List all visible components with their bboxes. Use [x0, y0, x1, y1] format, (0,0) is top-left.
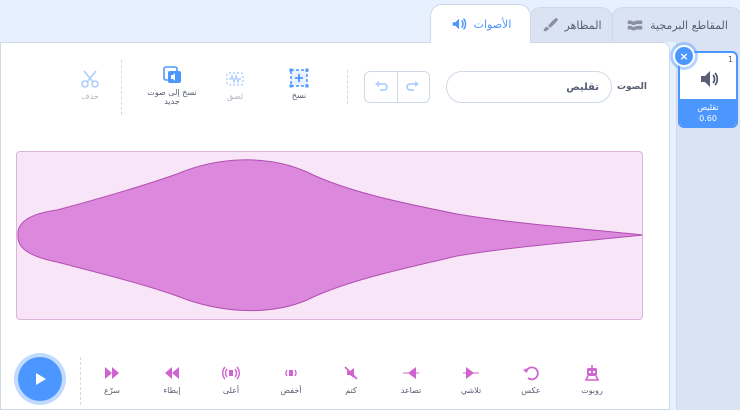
effect-faster-button[interactable]: سرّع [92, 364, 132, 395]
sound-card-name: تقليص [697, 103, 719, 112]
copy-icon [289, 68, 309, 88]
sound-index: 1 [727, 55, 733, 64]
speaker-icon [701, 71, 719, 87]
paste-button[interactable]: لصق [222, 68, 248, 101]
delete-label: حذف [81, 92, 99, 101]
effect-fade-out-button[interactable]: تلاشي [451, 364, 491, 395]
effect-label: أخفض [280, 386, 302, 395]
effect-robot-button[interactable]: روبوت [572, 364, 612, 395]
fade-in-icon [403, 367, 419, 379]
play-button[interactable] [18, 357, 62, 401]
delete-sound-button[interactable]: × [673, 45, 695, 67]
effect-louder-button[interactable]: أعلى [211, 364, 251, 395]
tab-code-label: المقاطع البرمجية [650, 18, 728, 32]
play-icon [36, 373, 46, 385]
code-blocks-icon [627, 20, 643, 31]
fade-out-icon [463, 367, 479, 379]
scissors-icon [81, 70, 99, 88]
undo-icon [374, 81, 388, 91]
paste-icon [226, 72, 244, 86]
toolbar-divider [121, 60, 122, 115]
mute-icon [344, 366, 358, 380]
sound-card-footer: تقليص 0.60 [680, 99, 736, 126]
close-icon: × [679, 49, 689, 63]
effect-softer-button[interactable]: أخفض [271, 364, 311, 395]
faster-icon [105, 367, 119, 379]
effect-mute-button[interactable]: كتم [331, 364, 371, 395]
reverse-icon [523, 366, 539, 381]
tab-sounds[interactable]: الأصوات [430, 4, 531, 43]
tab-sounds-label: الأصوات [473, 17, 512, 31]
louder-icon [222, 366, 240, 380]
copy-to-new-button[interactable]: نسخ إلى صوت جديد [142, 64, 202, 106]
effect-label: إبطاء [163, 386, 181, 395]
copy-to-new-label: نسخ إلى صوت جديد [147, 88, 197, 106]
slower-icon [165, 367, 179, 379]
copy-to-new-sound-icon [163, 66, 181, 83]
effect-label: أعلى [222, 386, 240, 395]
effects-divider [80, 357, 81, 405]
sound-card-duration: 0.60 [699, 114, 717, 123]
sound-name-label: الصوت [617, 82, 648, 92]
robot-icon [584, 365, 600, 381]
effect-label: روبوت [581, 386, 603, 395]
waveform [17, 159, 642, 312]
delete-button[interactable]: حذف [75, 68, 105, 101]
undo-redo-group [364, 71, 430, 103]
effect-label: كتم [345, 386, 357, 395]
effect-label: تلاشي [460, 386, 482, 395]
redo-button[interactable] [396, 72, 430, 102]
effect-fade-in-button[interactable]: تصاعد [391, 364, 431, 395]
effect-reverse-button[interactable]: عكس [511, 364, 551, 395]
undo-button[interactable] [365, 72, 397, 102]
tab-costumes[interactable]: المظاهر [529, 7, 613, 42]
tab-code[interactable]: المقاطع البرمجية [611, 7, 740, 42]
tab-bar: المقاطع البرمجية المظاهر الأصوات [0, 0, 740, 43]
tab-costumes-label: المظاهر [564, 18, 602, 32]
effect-label: عكس [521, 386, 541, 395]
paintbrush-icon [543, 17, 558, 32]
effect-label: تصاعد [400, 386, 422, 395]
effect-label: سرّع [104, 386, 120, 395]
redo-icon [406, 81, 420, 91]
copy-label: نسخ [291, 91, 307, 100]
softer-icon [285, 369, 297, 377]
waveform-container[interactable] [16, 151, 643, 320]
copy-button[interactable]: نسخ [286, 67, 312, 100]
effect-slower-button[interactable]: إبطاء [152, 364, 192, 395]
toolbar-divider [347, 70, 348, 104]
speaker-icon [452, 18, 466, 30]
paste-label: لصق [226, 92, 244, 101]
sound-name-input[interactable] [446, 71, 612, 103]
